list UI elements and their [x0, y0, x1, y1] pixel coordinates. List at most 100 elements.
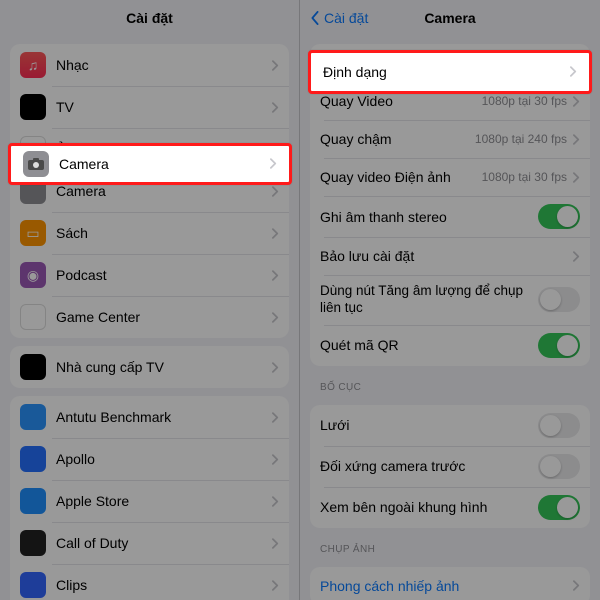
- row-label: Lưới: [320, 417, 538, 433]
- highlight-camera-label: Camera: [59, 156, 270, 172]
- row-label: Apple Store: [56, 493, 272, 509]
- applestore-icon: [20, 488, 46, 514]
- row-label: Nhạc: [56, 57, 272, 73]
- chevron-right-icon: [272, 538, 279, 549]
- clips-icon: [20, 572, 46, 598]
- row-preserve[interactable]: Bảo lưu cài đặt: [310, 237, 590, 275]
- row-volume-burst[interactable]: Dùng nút Tăng âm lượng để chụp liên tục: [310, 275, 590, 325]
- chevron-right-icon: [272, 228, 279, 239]
- row-label: Sách: [56, 225, 272, 241]
- toggle-switch[interactable]: [538, 287, 580, 312]
- row-tv[interactable]: TV: [10, 86, 289, 128]
- row-label: Xem bên ngoài khung hình: [320, 499, 538, 515]
- row-label: Nhà cung cấp TV: [56, 359, 272, 375]
- toggle-switch[interactable]: [538, 333, 580, 358]
- row-label: Ghi âm thanh stereo: [320, 209, 538, 225]
- toggle-switch[interactable]: [538, 454, 580, 479]
- settings-master-pane: Cài đặt ♫NhạcTVẢnhCamera▭Sách◉PodcastGam…: [0, 0, 300, 600]
- chevron-right-icon: [272, 186, 279, 197]
- row-apollo[interactable]: Apollo: [10, 438, 289, 480]
- row-label: Dùng nút Tăng âm lượng để chụp liên tục: [320, 283, 538, 317]
- row-label: Quay chậm: [320, 131, 475, 147]
- cod-icon: [20, 530, 46, 556]
- row-cod[interactable]: Call of Duty: [10, 522, 289, 564]
- back-button[interactable]: Cài đặt: [310, 10, 368, 26]
- chevron-right-icon: [573, 172, 580, 183]
- right-navbar: Cài đặt Camera: [300, 0, 600, 36]
- chevron-right-icon: [573, 251, 580, 262]
- books-icon: ▭: [20, 220, 46, 246]
- music-icon: ♫: [20, 52, 46, 78]
- row-antutu[interactable]: Antutu Benchmark: [10, 396, 289, 438]
- row-rec-cinema[interactable]: Quay video Điện ảnh1080p tại 30 fps: [310, 158, 590, 196]
- podcast-icon: ◉: [20, 262, 46, 288]
- chevron-right-icon: [272, 580, 279, 591]
- chevron-right-icon: [272, 454, 279, 465]
- toggle-switch[interactable]: [538, 204, 580, 229]
- row-label: Apollo: [56, 451, 272, 467]
- row-value: 1080p tại 30 fps: [482, 94, 567, 108]
- row-label: Antutu Benchmark: [56, 409, 272, 425]
- row-label: Call of Duty: [56, 535, 272, 551]
- chevron-right-icon: [570, 64, 577, 80]
- row-books[interactable]: ▭ Sách: [10, 212, 289, 254]
- row-value: 1080p tại 240 fps: [475, 132, 567, 146]
- row-view-outside[interactable]: Xem bên ngoài khung hình: [310, 487, 590, 528]
- chevron-right-icon: [573, 134, 580, 145]
- row-label: Quét mã QR: [320, 337, 538, 353]
- row-label: Phong cách nhiếp ảnh: [320, 578, 573, 594]
- row-music[interactable]: ♫ Nhạc: [10, 44, 289, 86]
- row-label: Bảo lưu cài đặt: [320, 248, 573, 264]
- toggle-switch[interactable]: [538, 413, 580, 438]
- chevron-right-icon: [272, 496, 279, 507]
- settings-split-view: Cài đặt ♫NhạcTVẢnhCamera▭Sách◉PodcastGam…: [0, 0, 600, 600]
- gamecenter-icon: [20, 304, 46, 330]
- row-label: Game Center: [56, 309, 272, 325]
- camera-group-capture: Phong cách nhiếp ảnh: [310, 567, 590, 600]
- section-layout-header: BỐ CỤC: [300, 366, 600, 397]
- row-label: Quay video Điện ảnh: [320, 169, 482, 185]
- section-capture-header: CHỤP ẢNH: [300, 528, 600, 559]
- right-title: Camera: [424, 10, 475, 26]
- apollo-icon: [20, 446, 46, 472]
- settings-group: ♫NhạcTVẢnhCamera▭Sách◉PodcastGame Center: [10, 44, 289, 338]
- chevron-left-icon: [310, 11, 320, 25]
- antutu-icon: [20, 404, 46, 430]
- row-gamecenter[interactable]: Game Center: [10, 296, 289, 338]
- toggle-switch[interactable]: [538, 495, 580, 520]
- row-applestore[interactable]: Apple Store: [10, 480, 289, 522]
- row-podcast[interactable]: ◉ Podcast: [10, 254, 289, 296]
- highlight-formats-row[interactable]: Định dạng: [308, 50, 592, 94]
- row-stereo[interactable]: Ghi âm thanh stereo: [310, 196, 590, 237]
- row-label: Quay Video: [320, 93, 482, 109]
- row-label: Clips: [56, 577, 272, 593]
- camera-icon: [23, 151, 49, 177]
- chevron-right-icon: [272, 60, 279, 71]
- chevron-right-icon: [272, 102, 279, 113]
- row-grid[interactable]: Lưới: [310, 405, 590, 446]
- row-value: 1080p tại 30 fps: [482, 170, 567, 184]
- row-scan-qr[interactable]: Quét mã QR: [310, 325, 590, 366]
- row-tv-provider[interactable]: Nhà cung cấp TV: [10, 346, 289, 388]
- highlight-formats-label: Định dạng: [323, 64, 570, 80]
- chevron-right-icon: [272, 270, 279, 281]
- highlight-camera-row[interactable]: Camera: [8, 143, 292, 185]
- row-clips[interactable]: Clips: [10, 564, 289, 600]
- row-mirror[interactable]: Đối xứng camera trước: [310, 446, 590, 487]
- row-label: Camera: [56, 183, 272, 199]
- chevron-right-icon: [573, 580, 580, 591]
- chevron-right-icon: [573, 96, 580, 107]
- camera-group-layout: Lưới Đối xứng camera trước Xem bên ngoài k…: [310, 405, 590, 528]
- row-photo-styles[interactable]: Phong cách nhiếp ảnh: [310, 567, 590, 600]
- chevron-right-icon: [270, 156, 277, 172]
- tv-icon: [20, 94, 46, 120]
- row-rec-slomo[interactable]: Quay chậm1080p tại 240 fps: [310, 120, 590, 158]
- back-label: Cài đặt: [324, 10, 368, 26]
- row-label: Podcast: [56, 267, 272, 283]
- left-title: Cài đặt: [126, 10, 173, 26]
- chevron-right-icon: [272, 312, 279, 323]
- row-label: Đối xứng camera trước: [320, 458, 538, 474]
- settings-group: Nhà cung cấp TV: [10, 346, 289, 388]
- tv-provider-icon: [20, 354, 46, 380]
- settings-group: Antutu Benchmark Apollo Apple Store Call of…: [10, 396, 289, 600]
